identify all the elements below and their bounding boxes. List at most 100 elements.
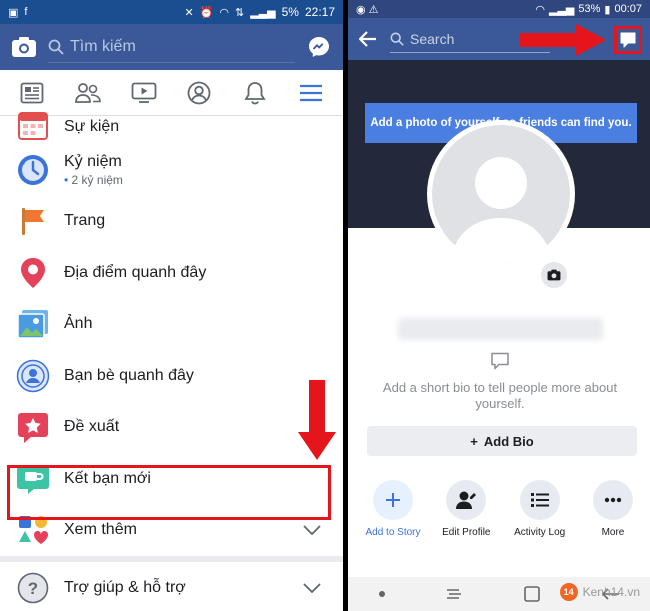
search-placeholder: Search xyxy=(410,30,455,47)
profile-picture[interactable] xyxy=(427,120,575,268)
menu-item-label: Kết bạn mới xyxy=(64,469,151,487)
chevron-down-icon xyxy=(303,525,321,536)
add-bio-button[interactable]: + Add Bio xyxy=(367,426,637,456)
menu-item-find-friends[interactable]: Kết bạn mới xyxy=(0,453,343,505)
data-icon: ⇅ xyxy=(235,6,245,19)
clock: 00:07 xyxy=(614,3,642,15)
alarm-icon: ⏰ xyxy=(199,6,214,19)
menu-item-label: Trang xyxy=(64,212,106,230)
tab-profile[interactable] xyxy=(179,73,219,113)
watermark-text: Kenh14.vn xyxy=(582,585,640,599)
menu-item-nearby-friends[interactable]: Bạn bè quanh đây xyxy=(0,350,343,402)
menu-item-label: Địa điểm quanh đây xyxy=(64,263,207,281)
search-input[interactable]: Tìm kiếm xyxy=(48,31,295,63)
plus-icon: + xyxy=(470,433,478,449)
tab-friends[interactable] xyxy=(68,73,108,113)
messenger-notification-icon: ◉ ⚠ xyxy=(356,3,379,16)
search-placeholder: Tìm kiếm xyxy=(70,37,136,55)
recommendations-star-icon xyxy=(16,410,50,444)
signal-icon: ▂▃▅ xyxy=(250,6,276,19)
menu-item-events[interactable]: Sự kiện xyxy=(0,112,343,144)
list-icon xyxy=(519,480,560,520)
nav-dot-icon[interactable] xyxy=(378,590,386,598)
nearby-friends-icon xyxy=(16,359,50,393)
memories-count: 2 kỷ niệm xyxy=(71,172,123,187)
bio-speech-bubble-icon xyxy=(491,352,509,370)
menu-list: Sự kiện Kỷ niệm • 2 kỷ niệm Trang Địa đi… xyxy=(0,112,343,611)
red-arrow-down-annotation xyxy=(298,380,336,460)
more-button[interactable]: More xyxy=(578,480,648,538)
photos-icon xyxy=(16,307,50,341)
menu-item-label: Trợ giúp & hỗ trợ xyxy=(64,578,186,596)
menu-item-nearby-places[interactable]: Địa điểm quanh đây xyxy=(0,247,343,299)
camera-icon xyxy=(547,269,561,281)
wifi-icon: ◠ xyxy=(535,3,545,16)
more-icon xyxy=(592,480,633,520)
menu-item-label: Sự kiện xyxy=(64,118,120,135)
menu-item-see-more[interactable]: Xem thêm xyxy=(0,505,343,557)
add-to-story-button[interactable]: Add to Story xyxy=(358,480,428,538)
menu-item-photos[interactable]: Ảnh xyxy=(0,299,343,351)
camera-button[interactable] xyxy=(10,34,38,60)
search-icon xyxy=(48,39,64,55)
profile-name-blurred xyxy=(398,318,603,340)
menu-item-pages[interactable]: Trang xyxy=(0,196,343,248)
battery-icon: ▮ xyxy=(604,3,611,16)
messenger-icon xyxy=(309,37,329,57)
kenh14-logo-icon: 14 xyxy=(559,583,578,601)
notifications-icon xyxy=(244,81,266,104)
back-button[interactable] xyxy=(356,31,380,47)
messages-button[interactable] xyxy=(614,26,642,54)
find-friends-icon xyxy=(16,462,50,496)
menu-item-label: Kỷ niệm xyxy=(64,152,122,170)
calendar-icon xyxy=(16,108,50,142)
signal-icon: ▂▃▅ xyxy=(548,3,575,16)
plus-icon xyxy=(373,480,413,520)
action-label: Edit Profile xyxy=(442,527,491,538)
left-screenshot: ▣ f ✕ ⏰ ◠ ⇅ ▂▃▅ 5% 22:17 Tìm kiếm Sự kiệ… xyxy=(0,0,343,611)
svg-text:?: ? xyxy=(28,579,38,598)
wifi-icon: ◠ xyxy=(219,6,230,19)
menu-icon xyxy=(300,84,323,101)
tab-watch[interactable] xyxy=(124,73,164,113)
change-photo-button[interactable] xyxy=(539,260,569,290)
camera-icon xyxy=(12,37,36,57)
menu-item-recommendations[interactable]: Đề xuất xyxy=(0,402,343,454)
action-label: Add to Story xyxy=(365,527,421,538)
mute-icon: ✕ xyxy=(184,6,194,19)
see-more-shapes-icon xyxy=(16,513,50,547)
search-icon xyxy=(390,32,404,46)
menu-item-label: Ảnh xyxy=(64,315,93,333)
help-question-icon: ? xyxy=(16,571,50,605)
friends-icon xyxy=(74,82,101,103)
menu-item-sub: • 2 kỷ niệm xyxy=(64,172,123,187)
tab-notifications[interactable] xyxy=(235,73,275,113)
battery-level: 5% xyxy=(281,5,299,19)
profile-actions: Add to Story Edit Profile Activity Log M… xyxy=(358,480,648,538)
back-arrow-icon xyxy=(359,31,376,47)
home-icon[interactable] xyxy=(523,585,541,603)
recent-apps-icon[interactable] xyxy=(445,586,463,602)
chevron-down-icon xyxy=(303,583,321,593)
notification-icon: ▣ xyxy=(8,6,19,19)
top-bar: Tìm kiếm xyxy=(0,24,343,70)
bio-prompt: Add a short bio to tell people more abou… xyxy=(382,380,618,411)
messenger-button[interactable] xyxy=(305,33,333,61)
default-avatar-silhouette xyxy=(432,125,570,263)
chat-bubble-icon xyxy=(620,32,636,48)
menu-item-help-support[interactable]: ? Trợ giúp & hỗ trợ xyxy=(0,562,343,611)
memories-clock-icon xyxy=(16,153,50,187)
status-bar: ▣ f ✕ ⏰ ◠ ⇅ ▂▃▅ 5% 22:17 xyxy=(0,0,343,24)
status-bar: ◉ ⚠ ◠ ▂▃▅ 53% ▮ 00:07 xyxy=(348,0,650,18)
clock: 22:17 xyxy=(304,5,335,19)
edit-profile-button[interactable]: Edit Profile xyxy=(431,480,501,538)
menu-item-label: Bạn bè quanh đây xyxy=(64,366,194,384)
activity-log-button[interactable]: Activity Log xyxy=(505,480,575,538)
action-label: More xyxy=(601,527,625,538)
tab-bar xyxy=(0,70,343,116)
tab-menu[interactable] xyxy=(291,73,331,113)
tab-news-feed[interactable] xyxy=(12,73,52,113)
kenh14-watermark: 14 Kenh14.vn xyxy=(559,583,640,601)
location-pin-icon xyxy=(16,256,50,290)
menu-item-memories[interactable]: Kỷ niệm • 2 kỷ niệm xyxy=(0,144,343,196)
